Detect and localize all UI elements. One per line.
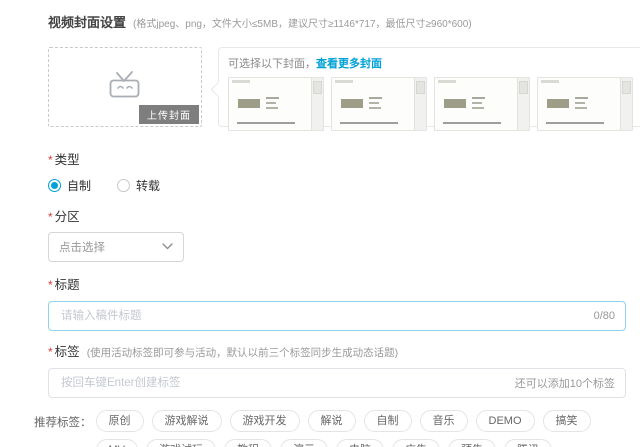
recommend-tag-pill[interactable]: 解说 (308, 410, 356, 432)
thumb-decor (266, 97, 279, 99)
recommend-tag-pill[interactable]: 教程 (224, 439, 272, 447)
required-mark: * (48, 278, 53, 292)
thumb-decor (266, 107, 278, 109)
section-title: 视频封面设置 (48, 12, 126, 31)
type-field: * 类型 自制 转载 (48, 149, 626, 194)
recommend-tag-pill[interactable]: 电脑 (336, 439, 384, 447)
recommend-tag-pill[interactable]: MV (96, 439, 139, 447)
thumb-decor (335, 80, 353, 83)
cover-row: 上传封面 可选择以下封面，查看更多封面 (48, 47, 626, 127)
thumb-decor (313, 81, 322, 94)
cover-thumbnails (228, 77, 633, 131)
tags-label-row: * 标签 (使用活动标签即可参与活动，默认以前三个标签同步生成动态话题) (48, 341, 626, 360)
thumb-decor (444, 99, 466, 108)
thumb-decor (341, 99, 363, 108)
title-char-counter: 0/80 (594, 310, 615, 322)
recommend-tags-label: 推荐标签： (34, 414, 92, 430)
cover-thumbnail[interactable] (434, 77, 530, 131)
radio-icon[interactable] (117, 179, 130, 192)
type-radio-option[interactable]: 转载 (117, 177, 160, 194)
recommend-tag-pill[interactable]: 预告 (448, 439, 496, 447)
thumb-decor (547, 99, 569, 108)
thumb-decor (472, 97, 485, 99)
cover-thumbnail[interactable] (228, 77, 324, 131)
recommend-tag-pill[interactable]: DEMO (476, 410, 535, 432)
recommend-tag-pill[interactable]: 游戏试玩 (146, 439, 216, 447)
view-more-covers-link[interactable]: 查看更多封面 (316, 58, 382, 70)
cover-format-hint: (格式jpeg、png，文件大小≤5MB，建议尺寸≥1146*717，最低尺寸≥… (133, 15, 472, 30)
type-label-row: * 类型 (48, 149, 626, 168)
thumb-decor (266, 102, 276, 104)
panel-arrow (211, 82, 227, 98)
thumb-decor (575, 102, 585, 104)
required-mark: * (48, 210, 53, 224)
recommend-tag-pill[interactable]: 游戏开发 (230, 410, 300, 432)
thumb-decor (238, 99, 260, 108)
recommend-tags-section: 推荐标签： 原创 游戏解说 游戏开发 解说 自制 音乐 DEMO 搞笑 MV 游 (34, 410, 626, 447)
thumb-decor (546, 122, 604, 124)
type-radio-option[interactable]: 自制 (48, 177, 91, 194)
recommend-tag-pill[interactable]: 游戏解说 (152, 410, 222, 432)
picker-hint-text: 可选择以下封面， (228, 58, 316, 70)
title-label: 标题 (55, 274, 80, 293)
upload-cover-button[interactable]: 上传封面 (139, 105, 199, 124)
tags-remaining-hint: 还可以添加10个标签 (515, 375, 615, 391)
chevron-down-icon (162, 241, 173, 253)
thumb-decor (416, 81, 425, 94)
cover-upload-dropzone[interactable]: 上传封面 (48, 47, 202, 127)
required-mark: * (48, 153, 53, 167)
type-label: 类型 (55, 149, 80, 168)
recommend-tags-list: 原创 游戏解说 游戏开发 解说 自制 音乐 DEMO 搞笑 MV 游戏试玩 教程 (96, 410, 627, 447)
thumb-decor (472, 107, 484, 109)
thumb-decor (519, 81, 528, 94)
title-field: * 标题 0/80 (48, 274, 626, 331)
tags-label: 标签 (55, 341, 80, 360)
category-select[interactable]: 点击选择 (48, 232, 184, 262)
thumb-decor (443, 122, 501, 124)
title-input-box: 0/80 (48, 301, 626, 331)
cover-settings-header: 视频封面设置 (格式jpeg、png，文件大小≤5MB，建议尺寸≥1146*71… (48, 12, 626, 31)
thumb-decor (438, 80, 456, 83)
recommend-tag-pill[interactable]: 腾讯 (504, 439, 552, 447)
thumb-decor (237, 122, 295, 124)
category-label: 分区 (55, 206, 80, 225)
thumb-decor (369, 107, 381, 109)
tags-note: (使用活动标签即可参与活动，默认以前三个标签同步生成动态话题) (87, 345, 399, 360)
required-mark: * (48, 345, 53, 359)
category-select-placeholder: 点击选择 (59, 239, 105, 255)
recommend-tag-pill[interactable]: 演示 (280, 439, 328, 447)
thumb-decor (369, 97, 382, 99)
category-field: * 分区 点击选择 (48, 206, 626, 262)
radio-label: 自制 (67, 177, 91, 194)
title-label-row: * 标题 (48, 274, 626, 293)
title-input[interactable] (59, 309, 586, 323)
recommend-tag-pill[interactable]: 自制 (364, 410, 412, 432)
thumb-decor (622, 81, 631, 94)
category-label-row: * 分区 (48, 206, 626, 225)
cover-picker-hint: 可选择以下封面，查看更多封面 (228, 55, 633, 71)
tv-icon (107, 71, 143, 104)
thumb-decor (575, 97, 588, 99)
cover-thumbnail[interactable] (537, 77, 633, 131)
cover-thumbnail[interactable] (331, 77, 427, 131)
recommend-tag-pill[interactable]: 搞笑 (543, 410, 591, 432)
thumb-decor (369, 102, 379, 104)
cover-picker-panel: 可选择以下封面，查看更多封面 (218, 47, 640, 127)
tags-field: * 标签 (使用活动标签即可参与活动，默认以前三个标签同步生成动态话题) 还可以… (48, 341, 626, 398)
thumb-decor (232, 80, 250, 83)
thumb-decor (472, 102, 482, 104)
type-radio-group: 自制 转载 (48, 177, 626, 194)
thumb-decor (340, 122, 398, 124)
tags-input-box: 还可以添加10个标签 (48, 368, 626, 398)
radio-label: 转载 (136, 177, 160, 194)
recommend-tag-pill[interactable]: 广告 (392, 439, 440, 447)
recommend-tag-pill[interactable]: 原创 (96, 410, 144, 432)
radio-icon[interactable] (48, 179, 61, 192)
thumb-decor (575, 107, 587, 109)
tags-input[interactable] (59, 376, 507, 390)
recommend-tag-pill[interactable]: 音乐 (420, 410, 468, 432)
video-submit-form: 视频封面设置 (格式jpeg、png，文件大小≤5MB，建议尺寸≥1146*71… (0, 0, 640, 447)
thumb-decor (541, 80, 559, 83)
